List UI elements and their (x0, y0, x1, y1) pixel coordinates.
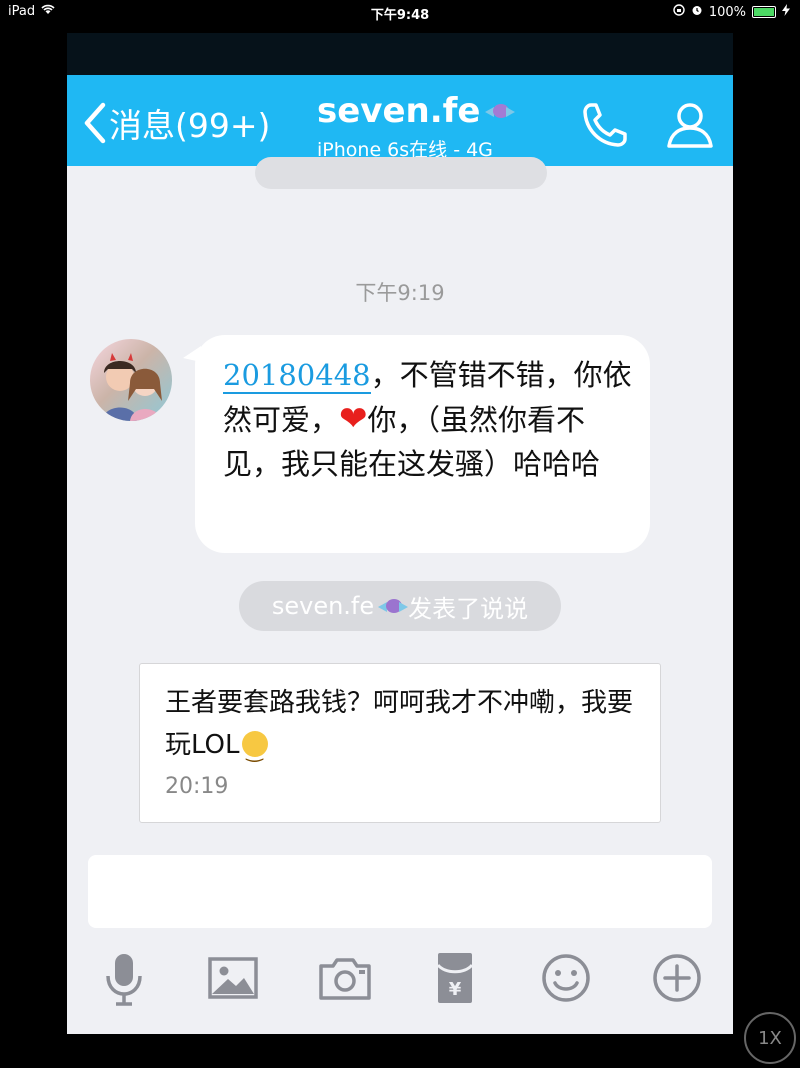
message-bubble[interactable]: 20180448，不管错不错，你依然可爱，❤你，（虽然你看不见，我只能在这发骚）… (195, 335, 650, 553)
alarm-icon (691, 4, 703, 20)
battery-percent: 100% (708, 4, 746, 20)
back-label: 消息(99+) (109, 106, 271, 145)
smile-emoji-icon (241, 729, 268, 771)
notice-name: seven.fe (271, 592, 375, 620)
post-text-line: 王者要套路我钱？呵呵我才不冲嘞，我要玩LOL (165, 682, 645, 771)
candy-emoji-icon (484, 102, 515, 120)
status-bar: iPad 下午9:48 100% (0, 0, 800, 24)
plus-icon[interactable] (647, 948, 707, 1008)
charging-icon (782, 4, 790, 20)
phone-icon[interactable] (579, 97, 633, 151)
phone-status-strip (67, 33, 733, 75)
qq-number-link[interactable]: 20180448 (223, 358, 371, 394)
zoom-button[interactable]: 1X (744, 1012, 796, 1064)
microphone-icon[interactable] (94, 948, 154, 1008)
post-text: 王者要套路我钱？呵呵我才不冲嘞，我要玩LOL (165, 688, 634, 760)
camera-icon[interactable] (315, 948, 375, 1008)
chat-title-box[interactable]: seven.fe iPhone 6s在线 - 4G (317, 91, 517, 162)
system-notice[interactable]: seven.fe 发表了说说 (239, 581, 561, 631)
previous-message-bubble (255, 157, 547, 189)
chevron-left-icon (84, 102, 106, 144)
post-time: 20:19 (165, 774, 229, 799)
candy-emoji-icon (378, 597, 409, 615)
heart-emoji-icon: ❤ (339, 399, 368, 439)
post-card[interactable]: 王者要套路我钱？呵呵我才不冲嘞，我要玩LOL 20:19 (139, 663, 661, 823)
svg-text:¥: ¥ (449, 979, 462, 1000)
message-input[interactable] (88, 855, 712, 928)
status-right: 100% (673, 4, 790, 20)
contact-name: seven.fe (317, 91, 481, 131)
emoji-icon[interactable] (536, 948, 596, 1008)
app-screen: 消息(99+) seven.fe iPhone 6s在线 - 4G 下午9:19 (67, 33, 733, 1034)
avatar[interactable] (90, 339, 172, 421)
notice-action: 发表了说说 (408, 594, 529, 623)
image-icon[interactable] (204, 948, 264, 1008)
red-packet-icon[interactable]: ¥ (425, 948, 485, 1008)
input-toolbar: ¥ (67, 948, 733, 1018)
message-timestamp: 下午9:19 (355, 281, 445, 305)
back-button[interactable]: 消息(99+) (81, 99, 270, 147)
rotation-lock-icon (673, 4, 685, 20)
person-icon[interactable] (663, 97, 717, 151)
battery-icon (752, 6, 776, 18)
message-text: 20180448，不管错不错，你依然可爱，❤你，（虽然你看不见，我只能在这发骚）… (223, 353, 633, 486)
chat-navbar: 消息(99+) seven.fe iPhone 6s在线 - 4G (67, 75, 733, 166)
